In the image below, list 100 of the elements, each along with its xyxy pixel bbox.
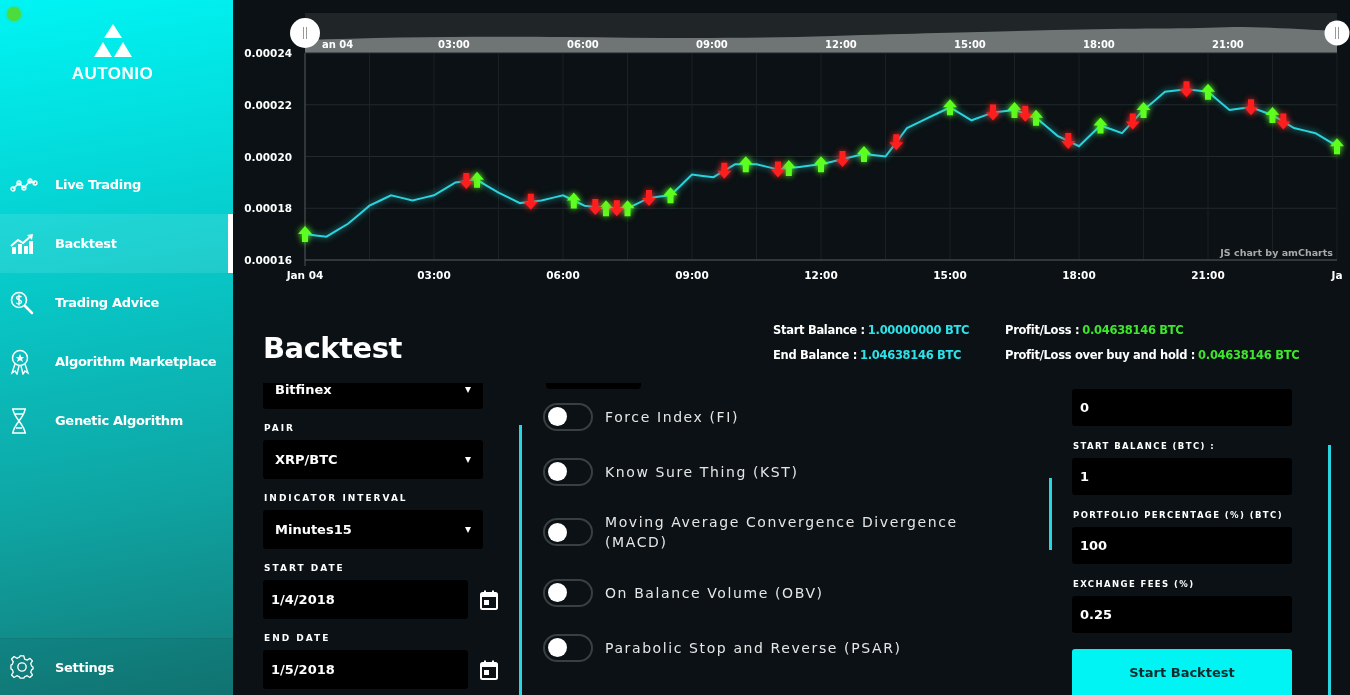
range-handle[interactable]: [290, 18, 320, 48]
input-field[interactable]: 1: [1072, 458, 1292, 495]
up-arrow-marker: [470, 171, 484, 188]
page-title: Backtest: [263, 330, 403, 365]
logo-icon: [92, 24, 133, 58]
toggle-switch[interactable]: [543, 518, 593, 546]
up-arrow-marker: [781, 160, 796, 177]
axis-label: Ja: [1331, 269, 1343, 281]
navigator-label: 09:00: [696, 39, 728, 50]
field-label: START BALANCE (BTC) :: [1073, 441, 1216, 451]
start-backtest-button[interactable]: Start Backtest: [1072, 649, 1292, 695]
up-arrow-marker: [298, 226, 312, 243]
select-field[interactable]: Minutes15: [263, 510, 483, 549]
up-arrow-marker: [566, 192, 581, 209]
bar-chart-icon: [10, 233, 34, 254]
navigator-label: 18:00: [1083, 39, 1115, 50]
input-field[interactable]: 0: [1072, 389, 1292, 426]
toggle-switch[interactable]: [543, 457, 593, 486]
date-field[interactable]: 1/5/2018: [263, 650, 468, 689]
calendar-icon[interactable]: [480, 589, 498, 610]
toggle-switch[interactable]: [543, 402, 593, 431]
navigator-label: 06:00: [567, 39, 599, 50]
date-field[interactable]: 1/4/2018: [263, 580, 468, 619]
scrollbar-thumb[interactable]: [1328, 445, 1331, 695]
caret-icon: [465, 386, 471, 393]
down-arrow-marker: [1179, 81, 1194, 98]
down-arrow-marker: [642, 189, 656, 206]
indicator-label: Moving Average Convergence Divergence (MACD): [605, 513, 959, 552]
field-label: INDICATOR INTERVAL: [264, 493, 409, 503]
down-arrow-marker: [835, 151, 850, 168]
range-handle[interactable]: [1324, 20, 1350, 46]
up-arrow-marker: [1265, 107, 1280, 124]
stat-value: 0.04638146 BTC: [1082, 323, 1184, 337]
stat-label: Profit/Loss :: [1005, 323, 1080, 337]
down-arrow-marker: [609, 200, 624, 217]
line-graph-icon: [10, 176, 38, 193]
scrollbar-thumb[interactable]: [519, 425, 522, 695]
axis-label: 0.00022: [244, 98, 292, 111]
axis-label: 03:00: [417, 269, 451, 281]
field-label: END DATE: [264, 633, 332, 643]
axis-label: 0.00020: [244, 150, 292, 163]
scrollbar-thumb[interactable]: [1049, 478, 1052, 550]
up-arrow-marker: [599, 200, 613, 217]
navigator-label: 15:00: [954, 39, 986, 50]
up-arrow-marker: [738, 156, 753, 173]
stat-value: 0.04638146 BTC: [1198, 348, 1300, 362]
down-arrow-marker: [588, 199, 603, 215]
stat-label: Start Balance :: [773, 323, 865, 337]
status-dot-icon: [7, 7, 21, 21]
navigator-label: an 04: [322, 39, 354, 50]
up-arrow-marker: [1201, 83, 1215, 100]
axis-label: 0.00018: [244, 202, 292, 215]
indicator-label: Know Sure Thing (KST): [605, 462, 800, 482]
field-label: PAIR: [264, 423, 296, 433]
select-field[interactable]: XRP/BTC: [263, 440, 483, 479]
axis-label: 21:00: [1191, 269, 1225, 281]
axis-label: 15:00: [933, 269, 967, 281]
award-ribbon-icon: [10, 348, 30, 375]
up-arrow-marker: [620, 200, 635, 217]
up-arrow-marker: [663, 187, 678, 204]
search-dollar-icon: [10, 290, 34, 315]
field-label: START DATE: [264, 563, 346, 573]
axis-label: 06:00: [546, 269, 580, 281]
up-arrow-marker: [1093, 117, 1108, 134]
navigator-label: 21:00: [1212, 39, 1244, 50]
stat-value: 1.00000000 BTC: [867, 323, 970, 337]
stat-value: 1.04638146 BTC: [860, 348, 962, 362]
axis-label: 0.00024: [244, 47, 292, 59]
up-arrow-marker: [943, 99, 957, 116]
down-arrow-marker: [1244, 99, 1258, 116]
dna-helix-icon: [10, 407, 28, 434]
chart-credit[interactable]: JS chart by amCharts: [1220, 247, 1333, 258]
brand-name: AUTONIO: [71, 64, 154, 84]
up-arrow-marker: [1007, 101, 1022, 118]
down-arrow-marker: [1061, 133, 1076, 149]
navigator-label: 03:00: [438, 39, 470, 50]
field-label: EXCHANGE FEES (%): [1073, 579, 1196, 589]
axis-label: 0.00016: [244, 254, 292, 266]
settings-icon: [10, 655, 34, 679]
up-arrow-marker: [814, 156, 828, 173]
down-arrow-marker: [1125, 113, 1140, 130]
toggle-switch[interactable]: [543, 578, 593, 607]
up-arrow-marker: [857, 145, 871, 162]
up-arrow-marker: [1029, 109, 1043, 126]
down-arrow-marker: [1018, 105, 1033, 122]
stat-label: End Balance :: [773, 348, 857, 362]
down-arrow-marker: [771, 161, 785, 178]
input-field[interactable]: 100: [1072, 527, 1292, 564]
caret-icon: [465, 526, 471, 533]
caret-icon: [465, 456, 471, 463]
toggle-switch[interactable]: [543, 633, 593, 662]
axis-label: 09:00: [675, 269, 709, 281]
up-arrow-marker: [1136, 101, 1151, 118]
down-arrow-marker: [1276, 113, 1291, 130]
indicator-label: Parabolic Stop and Reverse (PSAR): [605, 638, 903, 658]
stat-label: Profit/Loss over buy and hold :: [1005, 348, 1196, 362]
indicator-label: Force Index (FI): [605, 407, 741, 427]
input-field[interactable]: 0.25: [1072, 596, 1292, 633]
select-field[interactable]: Bitfinex: [263, 383, 483, 409]
calendar-icon[interactable]: [480, 659, 498, 680]
